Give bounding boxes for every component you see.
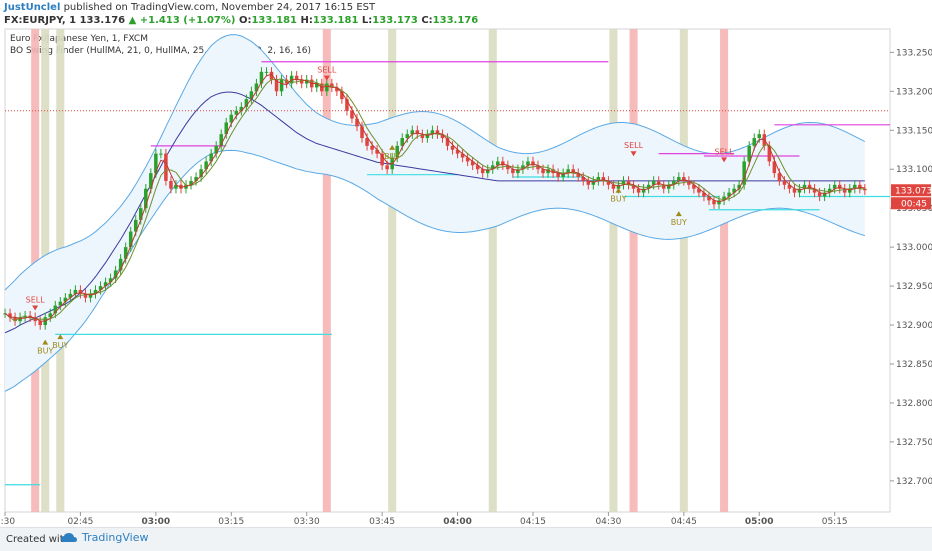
candle-body xyxy=(355,118,359,127)
buy-signal-label: BUY xyxy=(671,218,687,227)
buy-signal-bar xyxy=(679,29,688,512)
x-tick-label: 05:00 xyxy=(745,517,774,527)
y-tick-label: 133.000 xyxy=(896,243,932,253)
last-price-tag-text: 133.073 xyxy=(895,186,932,196)
x-tick-label: 03:00 xyxy=(142,517,171,527)
y-tick-label: 132.850 xyxy=(896,360,932,370)
x-tick-label: 2:30 xyxy=(0,517,15,527)
y-tick-label: 132.750 xyxy=(896,438,932,448)
candle-body xyxy=(752,138,756,146)
y-tick-label: 132.800 xyxy=(896,399,932,409)
buy-signal-bar xyxy=(488,29,497,512)
x-tick-label: 03:45 xyxy=(369,517,395,527)
candle-body xyxy=(169,180,173,189)
sell-signal-label: SELL xyxy=(317,66,337,75)
tradingview-cloud-icon xyxy=(61,532,77,542)
candle-body xyxy=(159,153,163,155)
sell-signal-bar xyxy=(322,29,331,512)
sell-signal-label: SELL xyxy=(26,295,46,304)
y-tick-label: 132.950 xyxy=(896,282,932,292)
sell-signal-bar xyxy=(720,29,729,512)
buy-signal-label: BUY xyxy=(37,347,53,356)
x-tick-label: 04:30 xyxy=(595,517,621,527)
x-tick-label: 04:00 xyxy=(443,517,472,527)
sell-signal-label: SELL xyxy=(715,147,735,156)
candle-body xyxy=(214,145,218,154)
x-tick-label: 05:15 xyxy=(822,517,848,527)
y-tick-label: 133.150 xyxy=(896,126,932,136)
buy-signal-label: BUY xyxy=(610,195,626,204)
y-tick-label: 132.700 xyxy=(896,477,932,487)
tradingview-label: TradingView xyxy=(82,531,149,544)
candle-body xyxy=(123,247,128,259)
plot-area xyxy=(4,28,891,513)
x-tick-label: 02:45 xyxy=(67,517,93,527)
buy-signal-label: BUY xyxy=(52,341,68,350)
buy-signal-bar xyxy=(609,29,618,512)
x-tick-label: 03:30 xyxy=(294,517,320,527)
candle-body xyxy=(139,208,143,220)
chart-canvas[interactable]: Euro Fx/Japanese Yen, 1, FXCM BO Swing F… xyxy=(0,0,932,527)
candle-body xyxy=(254,83,259,92)
sell-signal-bar xyxy=(629,29,638,512)
x-tick-label: 04:45 xyxy=(671,517,697,527)
buy-signal-label: BUY xyxy=(384,152,400,161)
candle-body xyxy=(164,153,168,181)
y-tick-label: 133.200 xyxy=(896,87,932,97)
candle-body xyxy=(294,75,299,80)
tradingview-brand[interactable]: TradingView xyxy=(60,531,148,544)
y-tick-label: 132.900 xyxy=(896,321,932,331)
sell-signal-label: SELL xyxy=(624,141,644,150)
x-tick-label: 03:15 xyxy=(218,517,244,527)
candle-body xyxy=(385,165,389,170)
x-tick-label: 04:15 xyxy=(520,517,546,527)
y-tick-label: 133.250 xyxy=(896,48,932,58)
candle-body xyxy=(757,134,762,139)
buy-signal-bar xyxy=(388,29,397,512)
bollinger-fill xyxy=(5,34,865,392)
y-tick-label: 133.100 xyxy=(896,165,932,175)
candle-body xyxy=(264,71,269,73)
candle-body xyxy=(279,79,284,92)
footer-bar: Created with TradingView xyxy=(0,527,932,551)
series-title: Euro Fx/Japanese Yen, 1, FXCM xyxy=(10,34,148,44)
countdown-tag-text: 00:45 xyxy=(901,199,927,209)
candle-body xyxy=(38,321,42,326)
